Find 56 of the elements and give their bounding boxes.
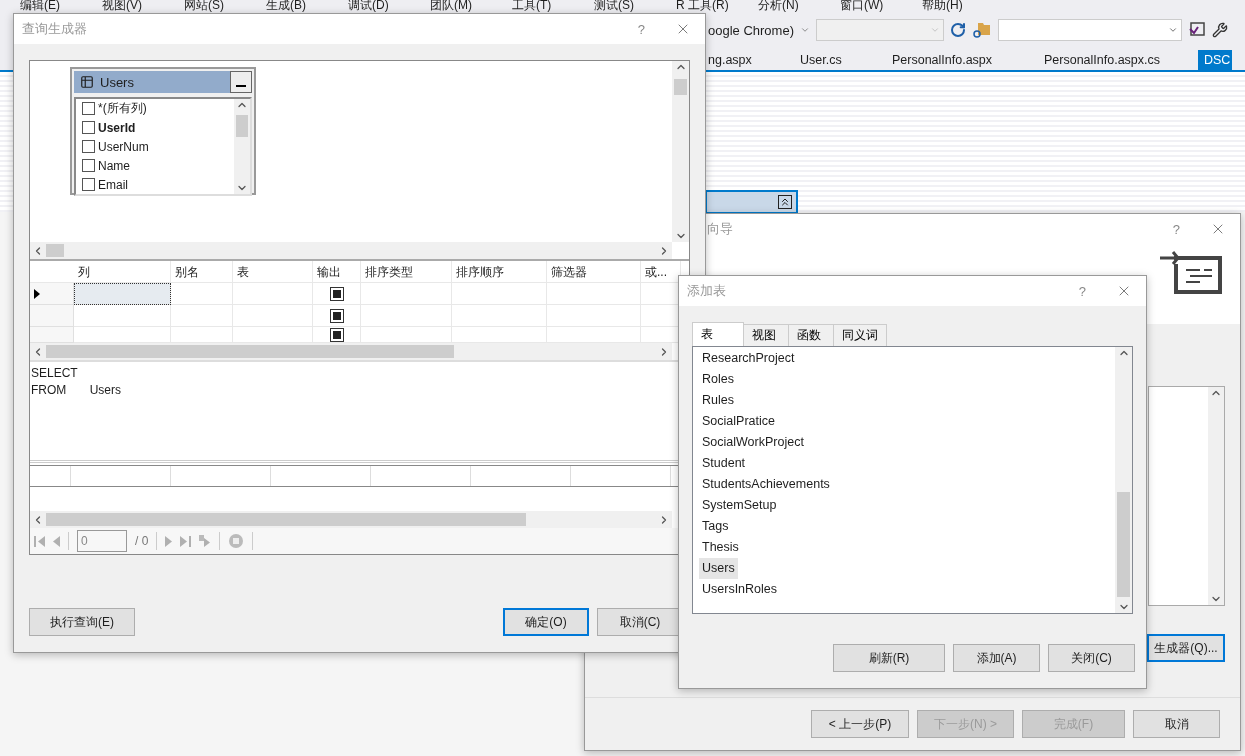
list-item[interactable]: Rules [699, 390, 737, 411]
column-name: UserNum [98, 139, 149, 154]
dialog-button[interactable]: 关闭(C) [1048, 644, 1135, 672]
column-name: UserId [98, 120, 136, 135]
sql-line: SELECT [31, 365, 79, 382]
browser-label[interactable]: oogle Chrome) [708, 22, 794, 38]
menu-item[interactable]: 帮助(H) [922, 0, 1004, 12]
document-tab[interactable]: DSC [1198, 50, 1232, 70]
wizard-button[interactable]: < 上一步(P) [811, 710, 909, 738]
dialog-button[interactable]: 刷新(R) [833, 644, 945, 672]
tab[interactable]: 表 [692, 322, 744, 346]
column-header[interactable]: 别名 [171, 261, 233, 283]
list-item[interactable]: SystemSetup [699, 495, 780, 516]
query-builder-button[interactable]: 生成器(Q)... [1147, 634, 1225, 662]
menu-item[interactable]: 工具(T) [512, 0, 594, 12]
list-item[interactable]: Users [699, 558, 738, 579]
help-button[interactable]: ? [1078, 283, 1086, 299]
list-item[interactable]: Roles [699, 369, 737, 390]
menu-item[interactable]: 团队(M) [430, 0, 512, 12]
list-item[interactable]: UsersInRoles [699, 579, 781, 600]
page-total: / 0 [135, 534, 149, 548]
column-header[interactable]: 排序类型 [361, 261, 452, 283]
column-name: Name [98, 158, 130, 173]
window-title: 向导 [707, 220, 734, 238]
list-item[interactable]: Thesis [699, 537, 742, 558]
menu-item[interactable]: 分析(N) [758, 0, 840, 12]
list-item[interactable]: ResearchProject [699, 348, 798, 369]
column-header[interactable]: 输出 [313, 261, 361, 283]
table-card[interactable]: Users *(所有列) UserId UserNum Name Email [70, 67, 256, 195]
window-title: 查询生成器 [22, 20, 88, 38]
column-name: *(所有列) [98, 100, 147, 117]
menu-item[interactable]: 网站(S) [184, 0, 266, 12]
list-item[interactable]: Student [699, 453, 749, 474]
dialog-button[interactable]: 添加(A) [953, 644, 1040, 672]
document-tab[interactable]: ng.aspx [702, 50, 794, 70]
wizard-button[interactable]: 取消 [1133, 710, 1220, 738]
list-item[interactable]: SocialPratice [699, 411, 778, 432]
document-tab[interactable]: PersonalInfo.aspx [886, 50, 1038, 70]
document-tab[interactable]: User.cs [794, 50, 886, 70]
window-title: 添加表 [687, 282, 727, 300]
sql-line: FROM Users [31, 382, 122, 399]
help-button[interactable]: ? [1172, 221, 1180, 237]
column-header[interactable]: 筛选器 [547, 261, 641, 283]
dialog-button[interactable]: 执行查询(E) [29, 608, 135, 636]
table-name: Users [100, 74, 134, 90]
list-item[interactable]: StudentsAchievements [699, 474, 833, 495]
column-header[interactable]: 表 [233, 261, 313, 283]
column-header[interactable]: 排序顺序 [452, 261, 547, 283]
help-button[interactable]: ? [637, 21, 645, 37]
menu-item[interactable]: R 工具(R) [676, 0, 758, 12]
list-item[interactable]: Tags [699, 516, 732, 537]
tab[interactable]: 同义词 [833, 324, 887, 346]
list-item[interactable]: SocialWorkProject [699, 432, 807, 453]
dialog-button[interactable]: 确定(O) [503, 608, 589, 636]
column-name: Email [98, 177, 128, 192]
document-tab[interactable]: PersonalInfo.aspx.cs [1038, 50, 1198, 70]
